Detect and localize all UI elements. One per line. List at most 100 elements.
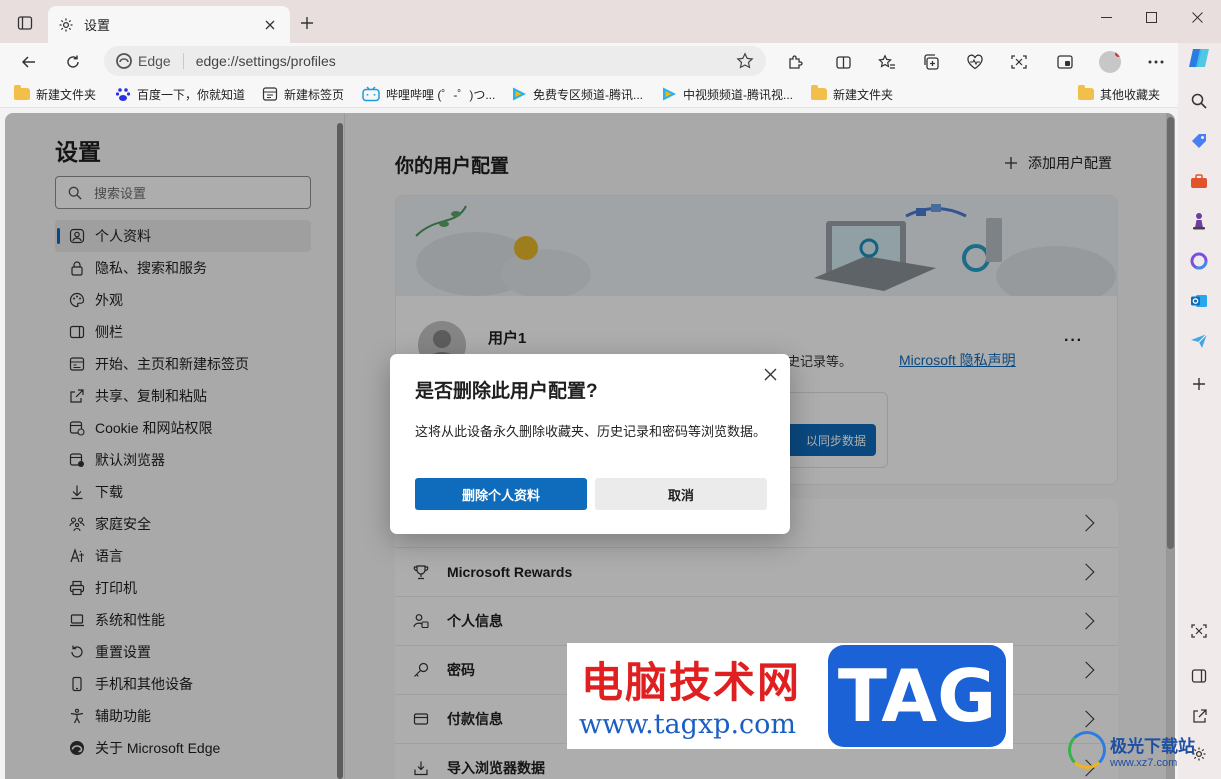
cancel-button[interactable]: 取消 xyxy=(595,478,767,510)
close-icon xyxy=(1191,11,1203,23)
bookmark-label: 新建文件夹 xyxy=(833,87,894,102)
sidebar-office-button[interactable] xyxy=(1186,248,1212,274)
bookmark-item[interactable]: 新建文件夹 xyxy=(811,85,893,103)
corner-watermark-url: www.xz7.com xyxy=(1110,756,1178,769)
bookmark-label: 中视频频道-腾讯视... xyxy=(683,87,793,102)
sidebar-tools-button[interactable] xyxy=(1186,168,1212,194)
browser-essentials-button[interactable] xyxy=(960,47,990,77)
external-link-icon xyxy=(1192,708,1207,723)
collections-button[interactable] xyxy=(916,47,946,77)
sidebar-shopping-button[interactable] xyxy=(1186,128,1212,154)
tab-actions-button[interactable] xyxy=(8,8,42,38)
newtab-icon xyxy=(262,87,278,101)
favorites-list-icon xyxy=(878,53,895,69)
minimize-button[interactable] xyxy=(1083,6,1129,28)
puzzle-icon xyxy=(788,54,803,69)
new-tab-button[interactable] xyxy=(296,12,318,34)
close-icon xyxy=(265,20,275,29)
search-icon xyxy=(1191,93,1207,109)
delete-profile-button[interactable]: 删除个人资料 xyxy=(415,478,587,510)
copilot-icon xyxy=(1189,49,1209,67)
tag-icon xyxy=(1192,134,1206,148)
dialog-title: 是否删除此用户配置? xyxy=(415,381,598,402)
send-icon xyxy=(1191,333,1208,348)
tab-title: 设置 xyxy=(84,18,111,33)
bookmark-label: 百度一下，你就知道 xyxy=(137,87,246,102)
tab-close-button[interactable] xyxy=(260,15,280,35)
corner-watermark-title: 极光下载站 xyxy=(1110,736,1195,756)
page-scrollbar-thumb[interactable] xyxy=(1167,117,1174,549)
workspaces-button[interactable] xyxy=(1050,47,1080,77)
screenshot-icon xyxy=(1011,55,1027,69)
minimize-icon xyxy=(1100,16,1112,18)
screenshot-button[interactable] xyxy=(1004,47,1034,77)
refresh-button[interactable] xyxy=(58,47,88,77)
tab-settings[interactable]: 设置 xyxy=(48,6,290,43)
other-favorites[interactable]: 其他收藏夹 xyxy=(1078,85,1160,103)
arrow-left-icon xyxy=(21,56,35,68)
dialog-close-button[interactable] xyxy=(758,362,782,386)
avatar xyxy=(1099,51,1121,73)
sidebar-add-button[interactable] xyxy=(1186,371,1212,397)
favorites-button[interactable] xyxy=(872,47,902,77)
split-screen-button[interactable] xyxy=(828,47,858,77)
corner-watermark: 极光下载站 www.xz7.com xyxy=(1068,728,1195,772)
outlook-icon xyxy=(1191,295,1207,307)
favorite-star-icon[interactable] xyxy=(736,52,754,70)
bilibili-icon xyxy=(362,86,380,102)
bookmark-label: 其他收藏夹 xyxy=(1100,87,1161,102)
sidebar-outlook-button[interactable] xyxy=(1186,288,1212,314)
sidebar-search-button[interactable] xyxy=(1186,88,1212,114)
dialog-message: 这将从此设备永久删除收藏夹、历史记录和密码等浏览数据。 xyxy=(415,424,767,439)
edge-sidebar xyxy=(1178,43,1221,779)
sidebar-games-button[interactable] xyxy=(1186,208,1212,234)
watermark-banner: 电脑技术网 www.tagxp.com TAG xyxy=(567,643,1013,749)
more-horizontal-icon xyxy=(1148,60,1164,64)
sidebar-screenshot-button[interactable] xyxy=(1186,618,1212,644)
bookmark-label: 新建文件夹 xyxy=(36,87,97,102)
copilot-button[interactable] xyxy=(1186,45,1212,71)
sidebar-drop-button[interactable] xyxy=(1186,328,1212,354)
tencent-video-icon xyxy=(663,87,676,101)
folder-icon xyxy=(14,85,30,100)
extensions-button[interactable] xyxy=(780,47,810,77)
bookmark-item[interactable]: 百度一下，你就知道 xyxy=(115,85,245,103)
title-bar: 设置 xyxy=(0,0,1221,43)
more-menu-button[interactable] xyxy=(1141,47,1171,77)
toolbox-icon xyxy=(1191,174,1207,188)
tencent-video-icon xyxy=(513,87,526,101)
bookmark-item[interactable]: 新建文件夹 xyxy=(14,85,96,103)
toolbar: Edge edge://settings/profiles xyxy=(0,43,1178,80)
tab-actions-icon xyxy=(17,16,33,30)
plus-icon xyxy=(1193,378,1205,390)
url-text[interactable]: edge://settings/profiles xyxy=(196,53,736,69)
refresh-icon xyxy=(67,55,79,68)
split-screen-icon xyxy=(835,55,851,69)
delete-profile-dialog: 是否删除此用户配置? 这将从此设备永久删除收藏夹、历史记录和密码等浏览数据。 删… xyxy=(390,354,790,534)
plus-icon xyxy=(301,17,313,29)
workspaces-icon xyxy=(1057,55,1073,69)
watermark-title: 电脑技术网 xyxy=(581,658,802,707)
folder-icon xyxy=(1078,85,1094,100)
screenshot-icon xyxy=(1191,624,1207,638)
site-info-chip[interactable]: Edge xyxy=(116,53,184,69)
bookmarks-bar: 新建文件夹 百度一下，你就知道 新建标签页 哔哩哔哩 (゜-゜)つ... 免费专… xyxy=(0,80,1178,108)
office-icon xyxy=(1190,252,1208,270)
site-label: Edge xyxy=(138,53,171,69)
bookmark-item[interactable]: 免费专区频道-腾讯... xyxy=(511,85,643,103)
bookmark-label: 免费专区频道-腾讯... xyxy=(533,87,643,102)
profile-button[interactable] xyxy=(1095,47,1125,77)
gear-icon xyxy=(59,18,73,31)
xz7-logo-icon xyxy=(1068,731,1106,769)
window-close-button[interactable] xyxy=(1174,6,1220,28)
bookmark-item[interactable]: 新建标签页 xyxy=(262,85,344,103)
maximize-icon xyxy=(1145,11,1157,23)
sidebar-open-external-button[interactable] xyxy=(1186,703,1212,729)
maximize-button[interactable] xyxy=(1128,6,1174,28)
sidebar-hide-button[interactable] xyxy=(1186,663,1212,689)
sidebar-panel-icon xyxy=(1191,669,1207,683)
bookmark-item[interactable]: 中视频频道-腾讯视... xyxy=(661,85,793,103)
bookmark-item[interactable]: 哔哩哔哩 (゜-゜)つ... xyxy=(362,85,495,103)
address-bar[interactable]: Edge edge://settings/profiles xyxy=(104,46,766,76)
back-button[interactable] xyxy=(14,47,44,77)
